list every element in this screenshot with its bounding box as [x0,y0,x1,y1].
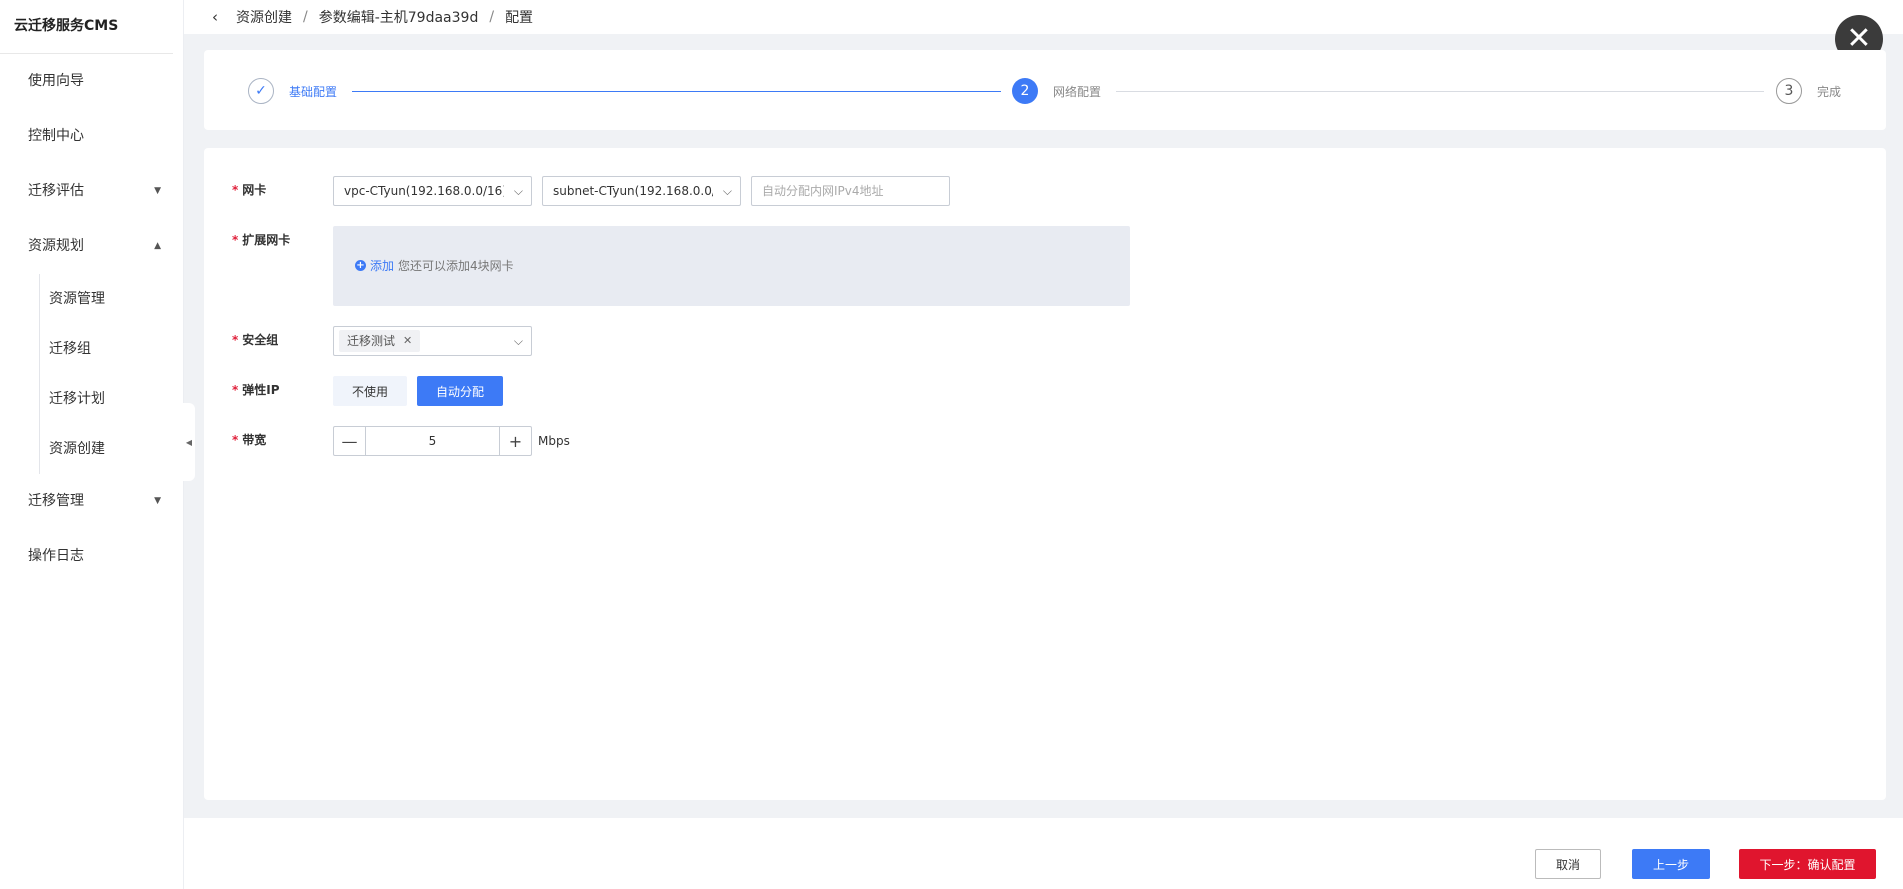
vpc-select[interactable]: vpc-CTyun(192.168.0.0/16) ⌵ [333,176,532,206]
chevron-down-icon: ⌵ [507,177,523,205]
breadcrumb-item-param-edit[interactable]: 参数编辑-主机79daa39d [319,7,479,27]
security-group-label-text: 安全组 [242,333,279,347]
step-1-connector [352,91,1001,92]
sidebar-subitem-label: 迁移组 [49,341,91,357]
sidebar-item-migration-management[interactable]: 迁移管理 ▼ [0,474,183,529]
footer-actions: 取消 上一步 下一步：确认配置 [184,818,1903,889]
back-arrow-icon[interactable]: ‹ [212,8,218,26]
chevron-down-icon: ⌵ [716,177,732,205]
caret-down-icon: ▼ [154,496,161,506]
chevron-down-icon: ⌵ [507,327,523,355]
security-group-row: * 安全组 迁移测试 ✕ ⌵ [232,326,542,356]
ext-nic-label: * 扩展网卡 [232,226,333,254]
eip-none-option[interactable]: 不使用 [333,376,408,406]
sidebar: 云迁移服务CMS 使用向导 控制中心 迁移评估 ▼ 资源规划 ▲ 资源管理 迁移组 … [0,0,184,889]
nic-label: * 网卡 [232,176,333,204]
increment-button[interactable]: + [499,427,531,455]
sidebar-subitem-resource-management[interactable]: 资源管理 [40,274,183,324]
sidebar-collapse-handle[interactable]: ◀ [183,403,195,481]
step-3-number: 3 [1776,78,1802,104]
caret-up-icon: ▲ [154,241,161,251]
step-2-label: 网络配置 [1053,85,1102,99]
sidebar-item-label: 使用向导 [28,73,84,89]
sidebar-item-label: 操作日志 [28,548,84,564]
sidebar-item-control-center[interactable]: 控制中心 [0,109,183,164]
bandwidth-unit: Mbps [538,434,570,448]
eip-auto-option[interactable]: 自动分配 [417,376,504,406]
sidebar-item-resource-planning[interactable]: 资源规划 ▲ [0,219,183,274]
sidebar-nav: 使用向导 控制中心 迁移评估 ▼ 资源规划 ▲ [0,54,183,274]
security-group-select[interactable]: 迁移测试 ✕ ⌵ [333,326,532,356]
previous-step-button[interactable]: 上一步 [1632,849,1710,879]
caret-left-icon: ◀ [185,437,193,447]
sidebar-subitem-label: 资源创建 [49,441,105,457]
sidebar-item-label: 迁移评估 [28,183,84,199]
next-step-confirm-button[interactable]: 下一步：确认配置 [1739,849,1876,879]
sidebar-subitem-label: 资源管理 [49,291,105,307]
bandwidth-stepper: — 5 + [333,426,532,456]
bandwidth-row: * 带宽 — 5 + Mbps [232,426,570,456]
sidebar-subnav: 资源管理 迁移组 迁移计划 资源创建 [39,274,183,474]
sidebar-item-label: 资源规划 [28,238,84,254]
ext-nic-row: * 扩展网卡 + 添加 您还可以添加4块网卡 [232,226,1130,306]
breadcrumb-separator: / [489,9,495,25]
caret-down-icon: ▼ [154,186,161,196]
nic-row: * 网卡 vpc-CTyun(192.168.0.0/16) ⌵ subnet-CT… [232,176,950,206]
required-asterisk: * [232,183,239,197]
eip-label-text: 弹性IP [242,383,280,397]
required-asterisk: * [232,383,239,397]
breadcrumb: ‹ 资源创建 / 参数编辑-主机79daa39d / 配置 [184,0,1903,34]
minus-icon: — [341,431,358,451]
sidebar-nav-bottom: 迁移管理 ▼ 操作日志 [0,474,183,584]
nic-label-text: 网卡 [242,183,267,197]
subnet-select-value: subnet-CTyun(192.168.0.0/24) [553,184,713,198]
subnet-select[interactable]: subnet-CTyun(192.168.0.0/24)⌵ [542,176,741,206]
decrement-button[interactable]: — [334,427,366,455]
brand-title: 云迁移服务CMS [0,0,173,54]
ext-nic-panel: + 添加 您还可以添加4块网卡 [333,226,1130,306]
required-asterisk: * [232,233,239,247]
eip-row: * 弹性IP 不使用 自动分配 [232,376,513,406]
bandwidth-label-text: 带宽 [242,433,267,447]
sidebar-item-label: 迁移管理 [28,493,84,509]
network-config-form: * 网卡 vpc-CTyun(192.168.0.0/16) ⌵ subnet-CT… [204,148,1886,800]
sidebar-item-migration-assessment[interactable]: 迁移评估 ▼ [0,164,183,219]
steps-bar: ✓ 基础配置 2 网络配置 3 完成 [204,50,1886,130]
sidebar-item-guide[interactable]: 使用向导 [0,54,183,109]
required-asterisk: * [232,433,239,447]
sidebar-subitem-migration-group[interactable]: 迁移组 [40,324,183,374]
vpc-select-value: vpc-CTyun(192.168.0.0/16) [344,184,504,198]
step-2-connector [1116,91,1764,92]
required-asterisk: * [232,333,239,347]
sidebar-subitem-resource-creation[interactable]: 资源创建 [40,424,183,474]
security-group-tag: 迁移测试 ✕ [339,327,421,355]
bandwidth-value[interactable]: 5 [366,427,499,455]
private-ip-input[interactable] [751,176,950,206]
tag-remove-icon[interactable]: ✕ [403,327,412,355]
cancel-button[interactable]: 取消 [1535,849,1601,879]
sidebar-subitem-migration-plan[interactable]: 迁移计划 [40,374,183,424]
step-1-check-icon: ✓ [248,78,274,104]
step-2-number: 2 [1012,78,1038,104]
sidebar-item-operation-log[interactable]: 操作日志 [0,529,183,584]
plus-icon: + [508,431,523,451]
security-group-tag-text: 迁移测试 [347,334,396,348]
bandwidth-label: * 带宽 [232,426,333,454]
step-1-label: 基础配置 [289,85,338,99]
add-ext-nic-button[interactable]: + 添加 您还可以添加4块网卡 [355,257,514,274]
add-ext-nic-hint: 您还可以添加4块网卡 [398,259,514,273]
add-ext-nic-label: 添加 [370,259,395,273]
eip-label: * 弹性IP [232,376,333,404]
breadcrumb-item-config: 配置 [505,10,534,26]
ext-nic-label-text: 扩展网卡 [242,233,291,247]
plus-circle-icon: + [355,260,366,271]
breadcrumb-item-resource-creation[interactable]: 资源创建 [236,7,292,27]
step-3-label: 完成 [1817,85,1842,99]
security-group-label: * 安全组 [232,326,333,354]
breadcrumb-separator: / [303,9,308,25]
sidebar-subitem-label: 迁移计划 [49,391,105,407]
sidebar-item-label: 控制中心 [28,128,84,144]
